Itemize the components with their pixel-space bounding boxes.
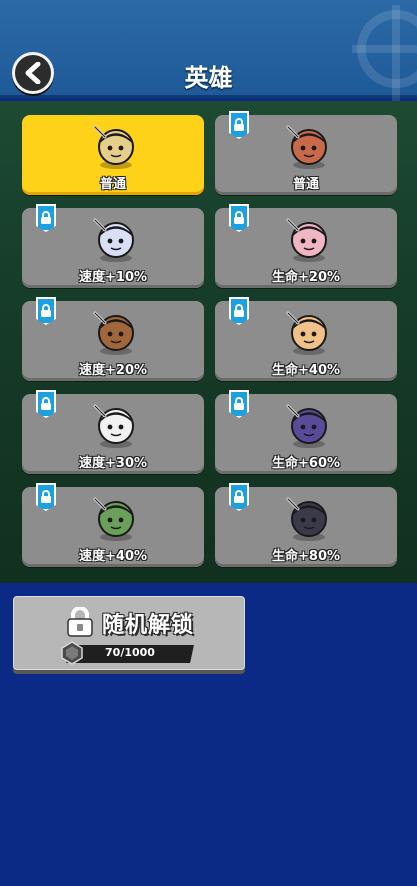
hero-stat-label: 生命+40% — [215, 359, 397, 378]
hero-portrait-icon — [89, 307, 141, 357]
padlock-icon — [229, 390, 249, 418]
hero-stat-bonus: +30% — [105, 456, 148, 471]
hero-card[interactable]: 生命+80% — [215, 483, 397, 567]
hero-stat-bonus: +40% — [298, 363, 341, 378]
hero-portrait-icon — [282, 307, 334, 357]
hero-card[interactable]: 普通 — [215, 111, 397, 195]
hero-stat-name: 生命 — [271, 549, 298, 564]
hero-stat-name: 生命 — [271, 456, 298, 471]
hero-stat-name: 生命 — [271, 363, 298, 378]
hero-grid: 普通 普通 速度+10% 生命+20% 速度+20% 生命+40% 速度+30% 生命+60%… — [0, 101, 417, 583]
hero-card[interactable]: 普通 — [22, 115, 204, 195]
hero-portrait-icon — [282, 214, 334, 264]
hero-card[interactable]: 速度+20% — [22, 297, 204, 381]
hero-stat-label: 速度+30% — [22, 452, 204, 471]
hero-stat-label: 普通 — [22, 173, 204, 192]
padlock-icon — [36, 297, 56, 325]
hero-stat-label: 生命+20% — [215, 266, 397, 285]
hero-card[interactable]: 生命+20% — [215, 204, 397, 288]
hero-stat-name: 速度 — [78, 363, 105, 378]
hero-stat-name: 速度 — [78, 549, 105, 564]
hero-stat-bonus: +10% — [105, 270, 148, 285]
hero-stat-label: 速度+20% — [22, 359, 204, 378]
hero-card[interactable]: 生命+60% — [215, 390, 397, 474]
padlock-icon — [67, 607, 93, 637]
padlock-icon — [229, 111, 249, 139]
padlock-icon — [229, 204, 249, 232]
hero-stat-label: 速度+40% — [22, 545, 204, 564]
hero-stat-name: 普通 — [99, 177, 126, 192]
padlock-icon — [229, 483, 249, 511]
hero-card[interactable]: 速度+10% — [22, 204, 204, 288]
hero-card[interactable]: 生命+40% — [215, 297, 397, 381]
hero-portrait-icon — [282, 400, 334, 450]
hero-stat-bonus: +40% — [105, 549, 148, 564]
hero-stat-name: 速度 — [78, 270, 105, 285]
hero-card[interactable]: 速度+30% — [22, 390, 204, 474]
hero-stat-label: 速度+10% — [22, 266, 204, 285]
hero-stat-label: 生命+60% — [215, 452, 397, 471]
hero-stat-bonus: +20% — [105, 363, 148, 378]
hero-stat-label: 普通 — [215, 173, 397, 192]
hero-stat-name: 普通 — [292, 177, 319, 192]
hero-stat-bonus: +20% — [298, 270, 341, 285]
hero-portrait-icon — [89, 214, 141, 264]
hero-stat-bonus: +80% — [298, 549, 341, 564]
hero-portrait-icon — [282, 493, 334, 543]
unlock-progress-text: 70/1000 — [105, 646, 155, 659]
hero-stat-label: 生命+80% — [215, 545, 397, 564]
hero-card[interactable]: 速度+40% — [22, 483, 204, 567]
top-bar: 英雄 — [0, 0, 417, 101]
padlock-icon — [229, 297, 249, 325]
hero-stat-name: 生命 — [271, 270, 298, 285]
hero-stat-bonus: +60% — [298, 456, 341, 471]
random-unlock-label: 随机解锁 — [102, 613, 195, 638]
page-title: 英雄 — [184, 64, 233, 92]
padlock-icon — [36, 390, 56, 418]
padlock-icon — [36, 204, 56, 232]
hero-portrait-icon — [89, 493, 141, 543]
random-unlock-button[interactable]: 随机解锁 70/1000 — [13, 596, 245, 670]
hero-portrait-icon — [89, 121, 141, 171]
padlock-icon — [36, 483, 56, 511]
hero-portrait-icon — [89, 400, 141, 450]
hero-portrait-icon — [282, 121, 334, 171]
hero-stat-name: 速度 — [78, 456, 105, 471]
